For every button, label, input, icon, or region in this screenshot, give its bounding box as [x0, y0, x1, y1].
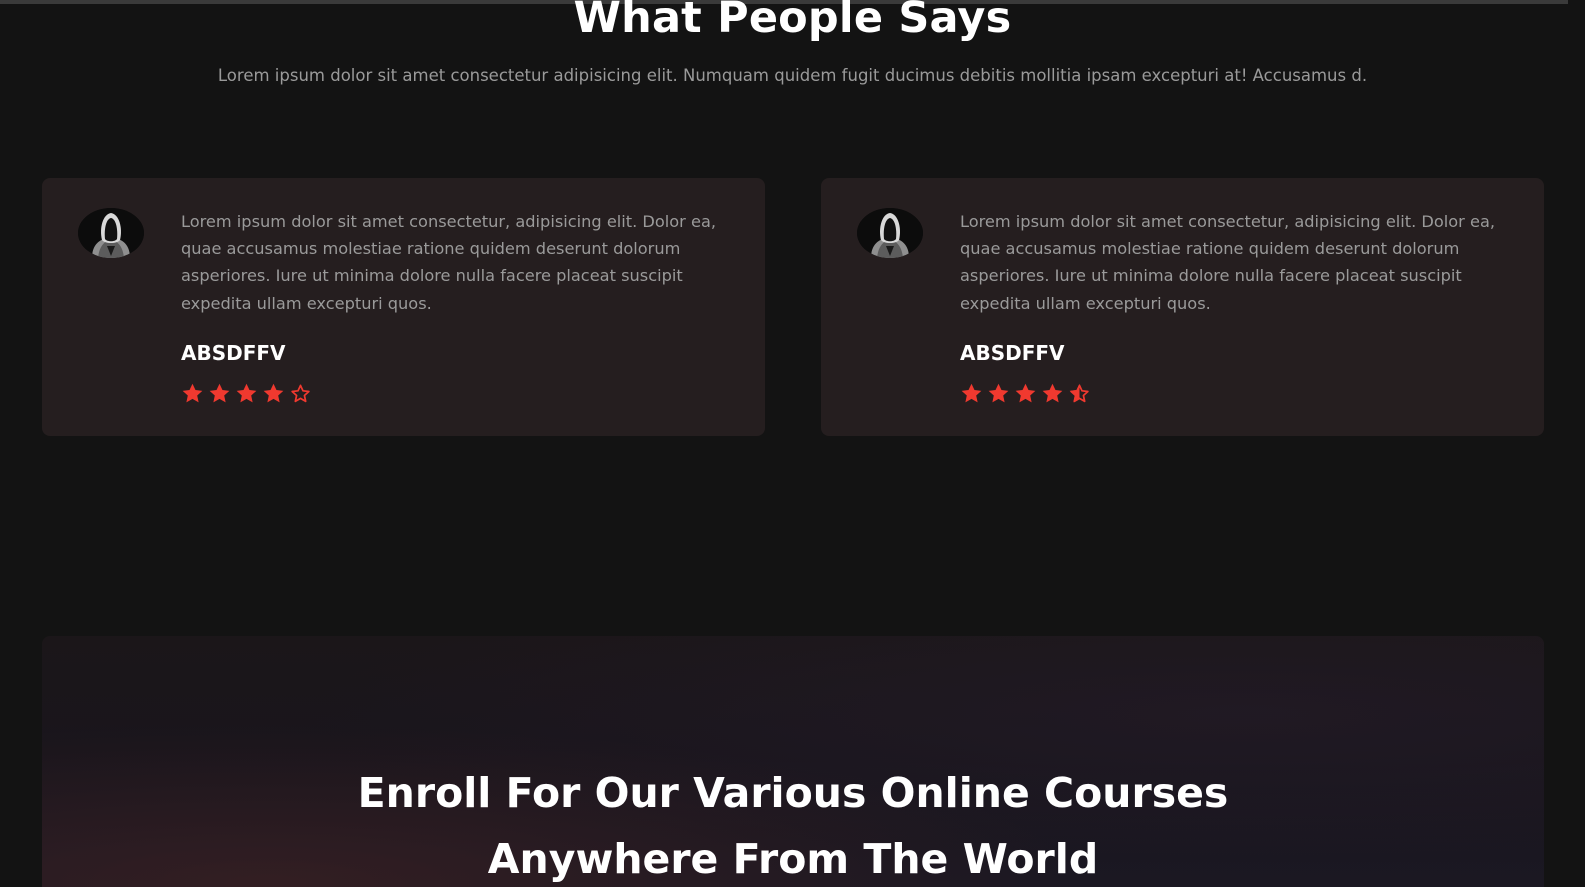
testimonial-card: Lorem ipsum dolor sit amet consectetur, …: [821, 178, 1544, 436]
star-icon: [209, 383, 230, 403]
testimonials-title: What People Says: [573, 0, 1012, 43]
star-outline-icon: [291, 384, 310, 403]
testimonial-quote: Lorem ipsum dolor sit amet consectetur, …: [181, 212, 717, 313]
rating-stars: [960, 382, 1091, 406]
star-icon: [961, 383, 982, 403]
testimonial-author-name: ABSDFFV: [181, 341, 286, 365]
testimonial-quote: Lorem ipsum dolor sit amet consectetur, …: [960, 212, 1496, 313]
enroll-banner: Enroll For Our Various Online Courses An…: [42, 636, 1544, 887]
star-icon: [1015, 383, 1036, 403]
avatar: [857, 208, 923, 258]
testimonial-author-name: ABSDFFV: [960, 341, 1065, 365]
testimonials-subtitle: Lorem ipsum dolor sit amet consectetur a…: [217, 66, 1368, 85]
hooded-person-icon: [857, 208, 923, 258]
testimonial-card: Lorem ipsum dolor sit amet consectetur, …: [42, 178, 765, 436]
scrollbar[interactable]: [1568, 0, 1585, 887]
star-half-icon: [1069, 383, 1089, 403]
enroll-title-line2: Anywhere From The World: [487, 835, 1099, 883]
avatar: [78, 208, 144, 258]
star-icon: [236, 383, 257, 403]
hooded-person-icon: [78, 208, 144, 258]
star-icon: [1042, 383, 1063, 403]
enroll-title-line1: Enroll For Our Various Online Courses: [357, 769, 1229, 817]
star-icon: [988, 383, 1009, 403]
page: What People Says Lorem ipsum dolor sit a…: [0, 0, 1585, 887]
star-icon: [263, 383, 284, 403]
rating-stars: [181, 382, 312, 406]
enroll-banner-title: Enroll For Our Various Online Courses An…: [42, 760, 1544, 887]
star-icon: [182, 383, 203, 403]
